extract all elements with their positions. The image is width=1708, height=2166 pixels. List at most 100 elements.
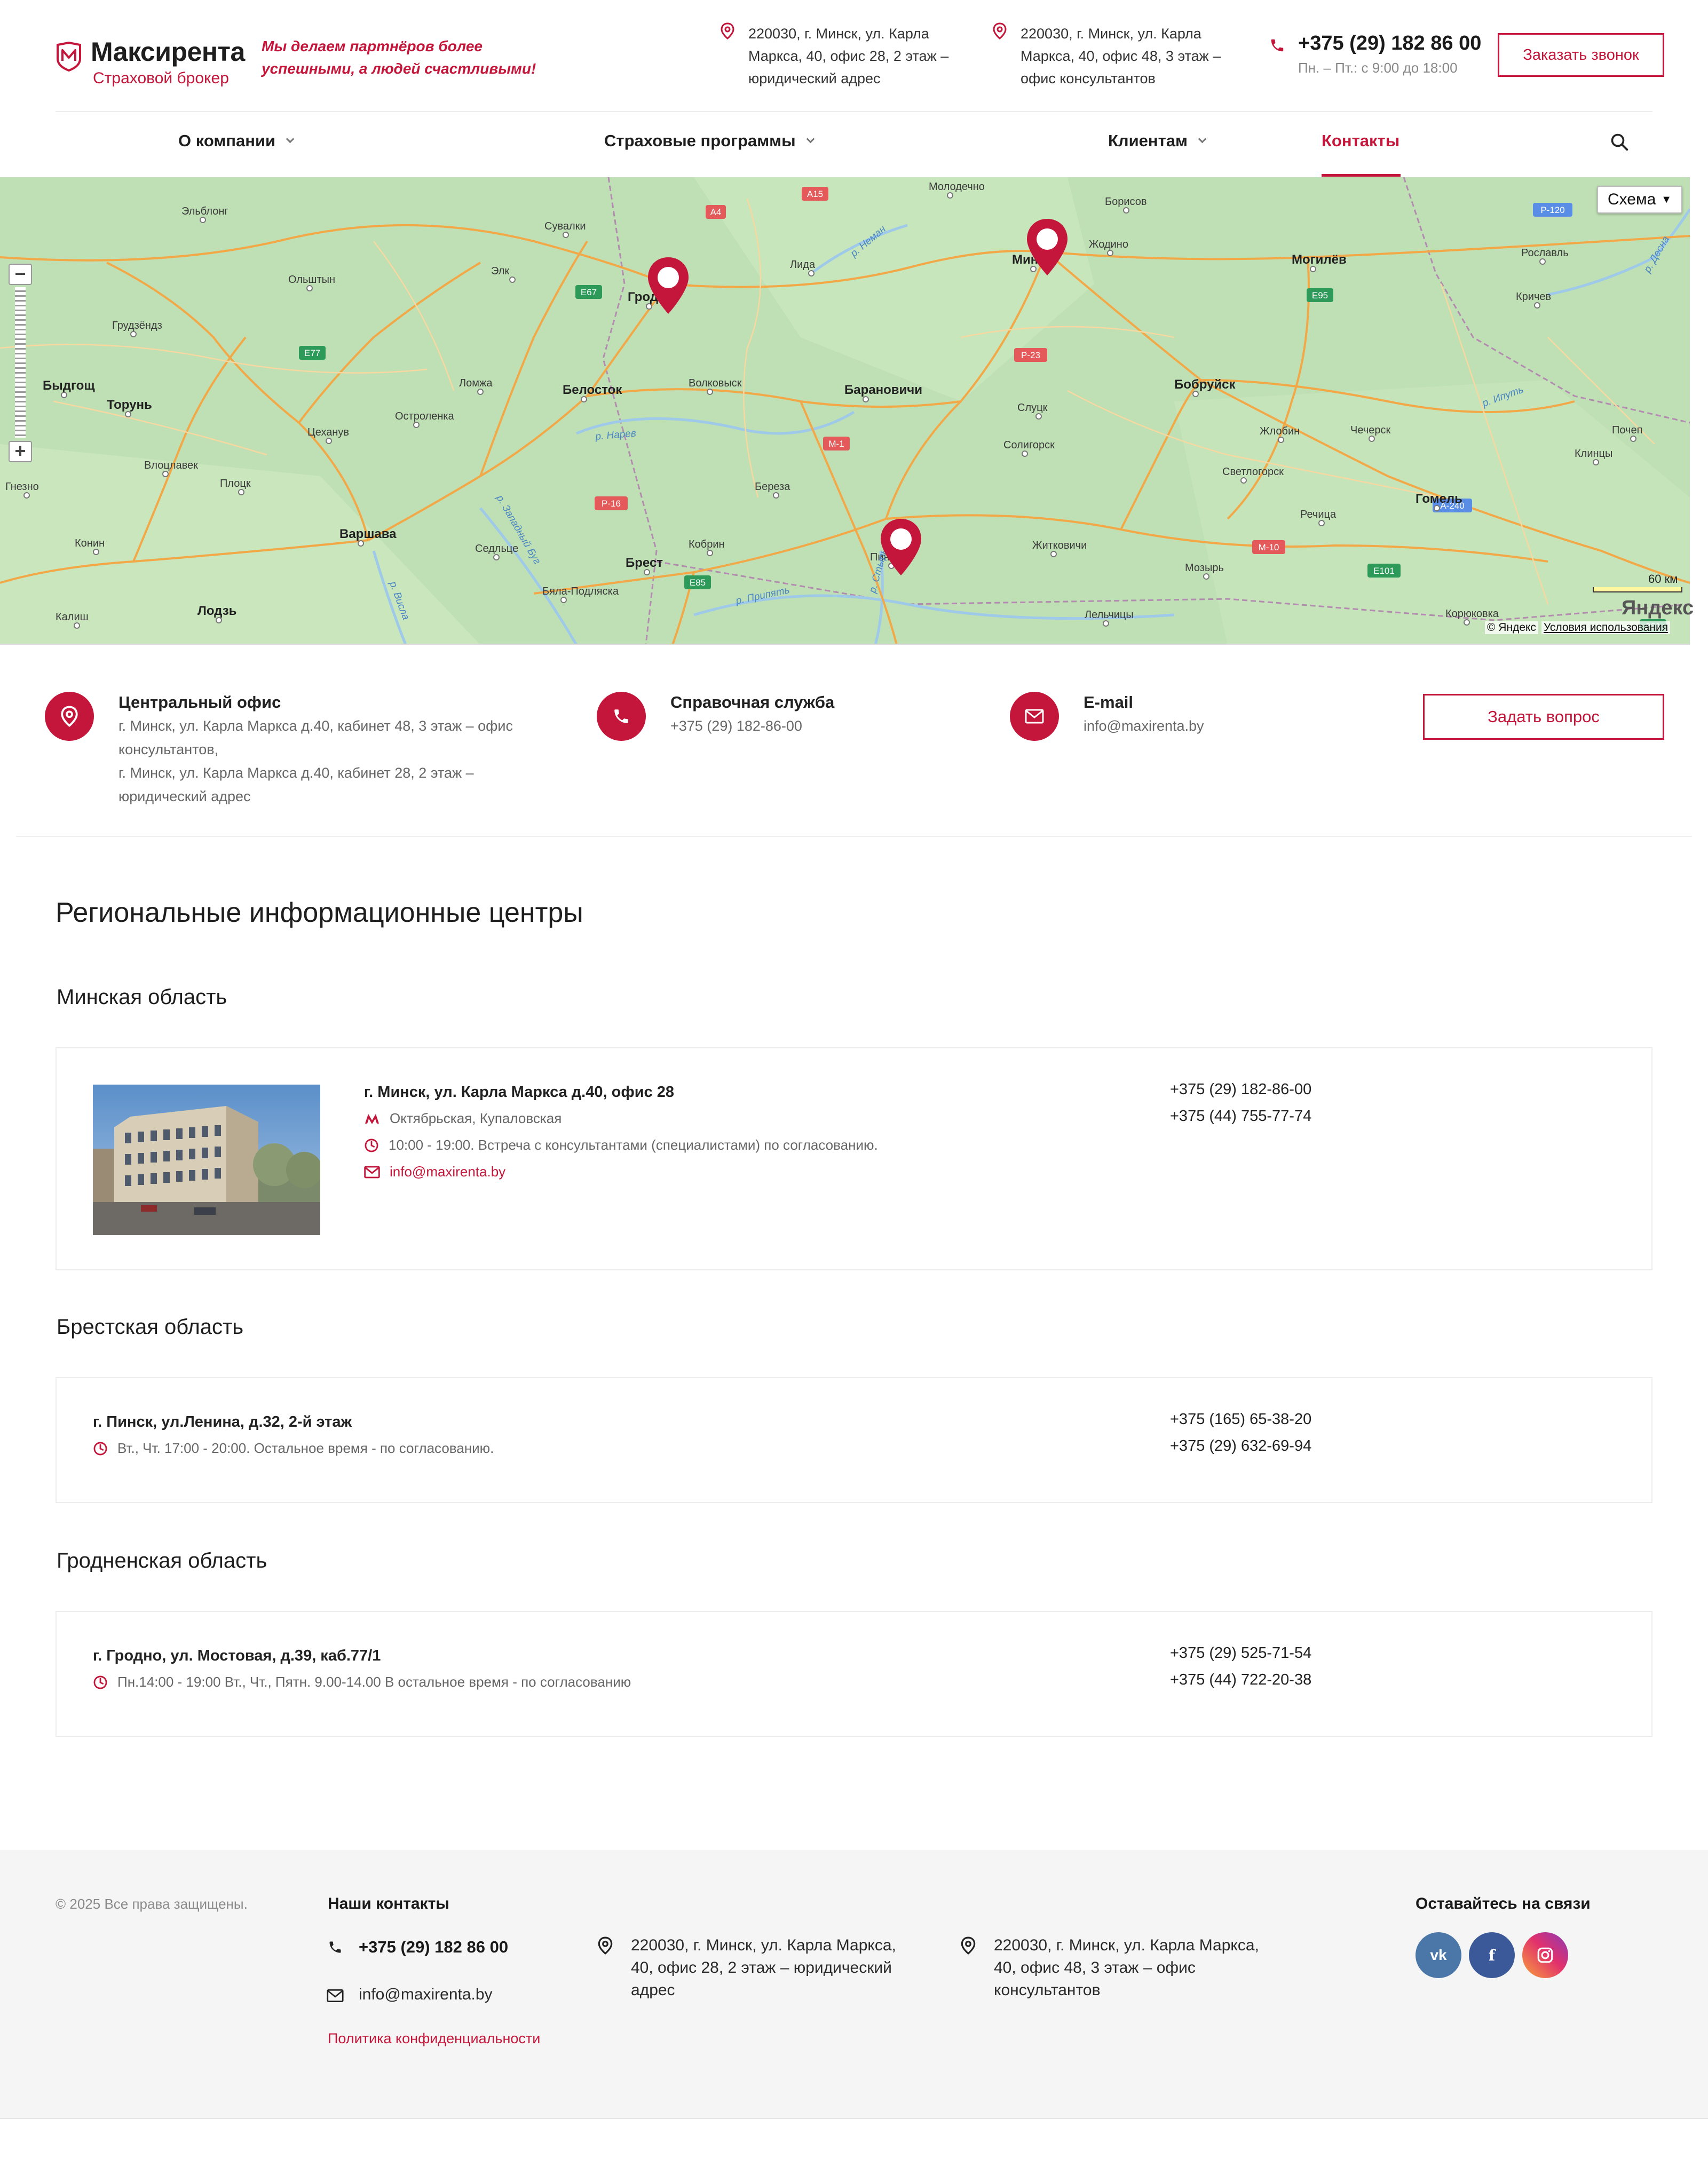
nav-item-clients[interactable]: Клиентам: [1108, 131, 1207, 151]
map-scale-label: 60 км: [1648, 572, 1678, 586]
map-city-label: Ольштын: [288, 274, 335, 286]
map-city-label: Цеханув: [307, 426, 349, 438]
region-phone[interactable]: +375 (29) 525-71-54: [1170, 1640, 1311, 1666]
region-email[interactable]: info@maxirenta.by: [364, 1164, 505, 1180]
road-shield-label: A4: [710, 207, 722, 217]
region-phone[interactable]: +375 (44) 755-77-74: [1170, 1103, 1311, 1129]
map-city-label: Гомель: [1416, 492, 1462, 506]
pin-icon: [961, 1936, 976, 1957]
map-city-label: Жодино: [1089, 239, 1128, 250]
zoom-out-button[interactable]: −: [9, 264, 32, 285]
region-card-brest: г. Пинск, ул.Ленина, д.32, 2-й этаж Вт.,…: [56, 1377, 1652, 1503]
map-zoom-control[interactable]: − +: [9, 264, 32, 462]
office-title: Центральный офис: [118, 693, 281, 712]
road-shield-label: P-16: [602, 499, 621, 509]
region-address: г. Пинск, ул.Ленина, д.32, 2-й этаж: [93, 1413, 352, 1430]
zoom-in-button[interactable]: +: [9, 441, 32, 462]
logo-name[interactable]: Максирента: [91, 36, 245, 67]
map-city-dot: [23, 492, 30, 499]
map-city-label: Солигорск: [1003, 439, 1055, 451]
nav-item-about[interactable]: О компании: [178, 131, 295, 151]
help-phone[interactable]: +375 (29) 182-86-00: [670, 714, 802, 738]
map-city-dot: [306, 285, 313, 291]
header-hours: Пн. – Пт.: с 9:00 до 18:00: [1298, 60, 1458, 76]
map-city-label: Лельчицы: [1085, 609, 1134, 621]
map-marker-minsk[interactable]: [1024, 217, 1071, 280]
road-shield-label: M-10: [1259, 542, 1279, 552]
map-city-label: Торунь: [107, 398, 152, 412]
map-city-dot: [773, 492, 779, 499]
mail-icon: [327, 1989, 344, 2005]
callback-button[interactable]: Заказать звонок: [1498, 33, 1664, 77]
zoom-slider[interactable]: [15, 287, 26, 438]
map-city-label: Клинцы: [1575, 448, 1612, 460]
mail-icon: [364, 1166, 380, 1178]
map-city-label: Береза: [755, 481, 790, 493]
footer-email[interactable]: info@maxirenta.by: [359, 1983, 493, 2006]
footer-phone[interactable]: +375 (29) 182 86 00: [359, 1938, 508, 1957]
region-card-minsk: г. Минск, ул. Карла Маркса д.40, офис 28…: [56, 1047, 1652, 1270]
vk-icon[interactable]: vk: [1416, 1932, 1461, 1978]
map-city-dot: [1310, 266, 1316, 272]
map-city-label: Конин: [75, 537, 105, 549]
privacy-policy-link[interactable]: Политика конфиденциальности: [328, 2030, 540, 2047]
region-phone[interactable]: +375 (29) 632-69-94: [1170, 1433, 1311, 1459]
map-city-dot: [1103, 620, 1109, 627]
map-city-dot: [1534, 302, 1540, 309]
pin-icon: [598, 1936, 613, 1957]
footer-divider: [0, 2118, 1708, 2119]
region-phone[interactable]: +375 (165) 65-38-20: [1170, 1406, 1311, 1433]
map-city-label: Кобрин: [689, 539, 725, 550]
nav-item-programs[interactable]: Страховые программы: [604, 131, 815, 151]
map-city-dot: [1278, 437, 1284, 443]
map-canvas[interactable]: A4A15P-120E67 E95E77 P-23M-1P-16M-10E85A-2…: [0, 177, 1690, 645]
map-terms-link[interactable]: Условия использования: [1541, 621, 1671, 634]
map-type-label: Схема: [1607, 191, 1656, 208]
yandex-logo[interactable]: Яндекс: [1622, 597, 1694, 620]
map-city-label: Жлобин: [1260, 425, 1300, 437]
ask-question-button[interactable]: Задать вопрос: [1423, 694, 1664, 740]
map-city-dot: [707, 550, 713, 556]
map-city-dot: [1434, 505, 1440, 511]
map-marker-grodno[interactable]: [645, 255, 692, 319]
map-city-dot: [200, 217, 206, 223]
region-hours: Вт., Чт. 17:00 - 20:00. Остальное время …: [93, 1440, 494, 1457]
hours-text: Пн.14:00 - 19:00 Вт., Чт., Пятн. 9.00-14…: [117, 1674, 631, 1690]
map-city-label: Сувалки: [544, 220, 586, 232]
map-city-label: Бобруйск: [1174, 377, 1236, 392]
map-city-dot: [644, 569, 650, 575]
header-address-legal: 220030, г. Минск, ул. Карла Маркса, 40, …: [748, 26, 949, 86]
map-city-label: Ломжа: [459, 377, 493, 389]
map-copyright: © Яндекс: [1485, 621, 1538, 634]
map-city-label: Мозырь: [1185, 562, 1224, 574]
location-pin-icon: [45, 692, 94, 741]
header-phone[interactable]: +375 (29) 182 86 00: [1298, 32, 1481, 55]
map-type-select[interactable]: Схема ▼: [1597, 186, 1682, 214]
map-city-label: Почеп: [1612, 424, 1642, 436]
map-marker-pinsk[interactable]: [877, 517, 924, 580]
chevron-down-icon: [1198, 135, 1207, 143]
map-city-label: Влоцлавек: [144, 460, 198, 471]
instagram-icon[interactable]: [1522, 1932, 1568, 1978]
facebook-icon[interactable]: f: [1469, 1932, 1515, 1978]
map-city-dot: [1593, 459, 1599, 465]
region-phone[interactable]: +375 (44) 722-20-38: [1170, 1666, 1311, 1693]
map-city-dot: [1369, 436, 1375, 442]
metro-stations: Октябрьская, Купаловская: [390, 1110, 562, 1126]
map-city-label: Бяла-Подляска: [542, 586, 619, 597]
email-link[interactable]: info@maxirenta.by: [390, 1164, 505, 1180]
email-link[interactable]: info@maxirenta.by: [1084, 714, 1204, 738]
region-phone[interactable]: +375 (29) 182-86-00: [1170, 1076, 1311, 1103]
map-city-label: Белосток: [563, 383, 622, 397]
logo-icon[interactable]: [56, 41, 82, 72]
nav-item-contacts[interactable]: Контакты: [1322, 131, 1399, 151]
region-address: г. Минск, ул. Карла Маркса д.40, офис 28: [364, 1084, 674, 1101]
mail-icon: [1010, 692, 1059, 741]
map-city-dot: [1318, 520, 1325, 526]
map-city-dot: [863, 396, 869, 402]
clock-icon: [93, 1442, 107, 1455]
search-icon[interactable]: [1610, 132, 1629, 154]
header-divider: [56, 111, 1652, 112]
nav-label: Страховые программы: [604, 131, 796, 150]
map[interactable]: A4 A15 P-120 E67 E95 E77 P-23 M-1 P-16 M-10 E85 A-2…: [0, 177, 1690, 645]
